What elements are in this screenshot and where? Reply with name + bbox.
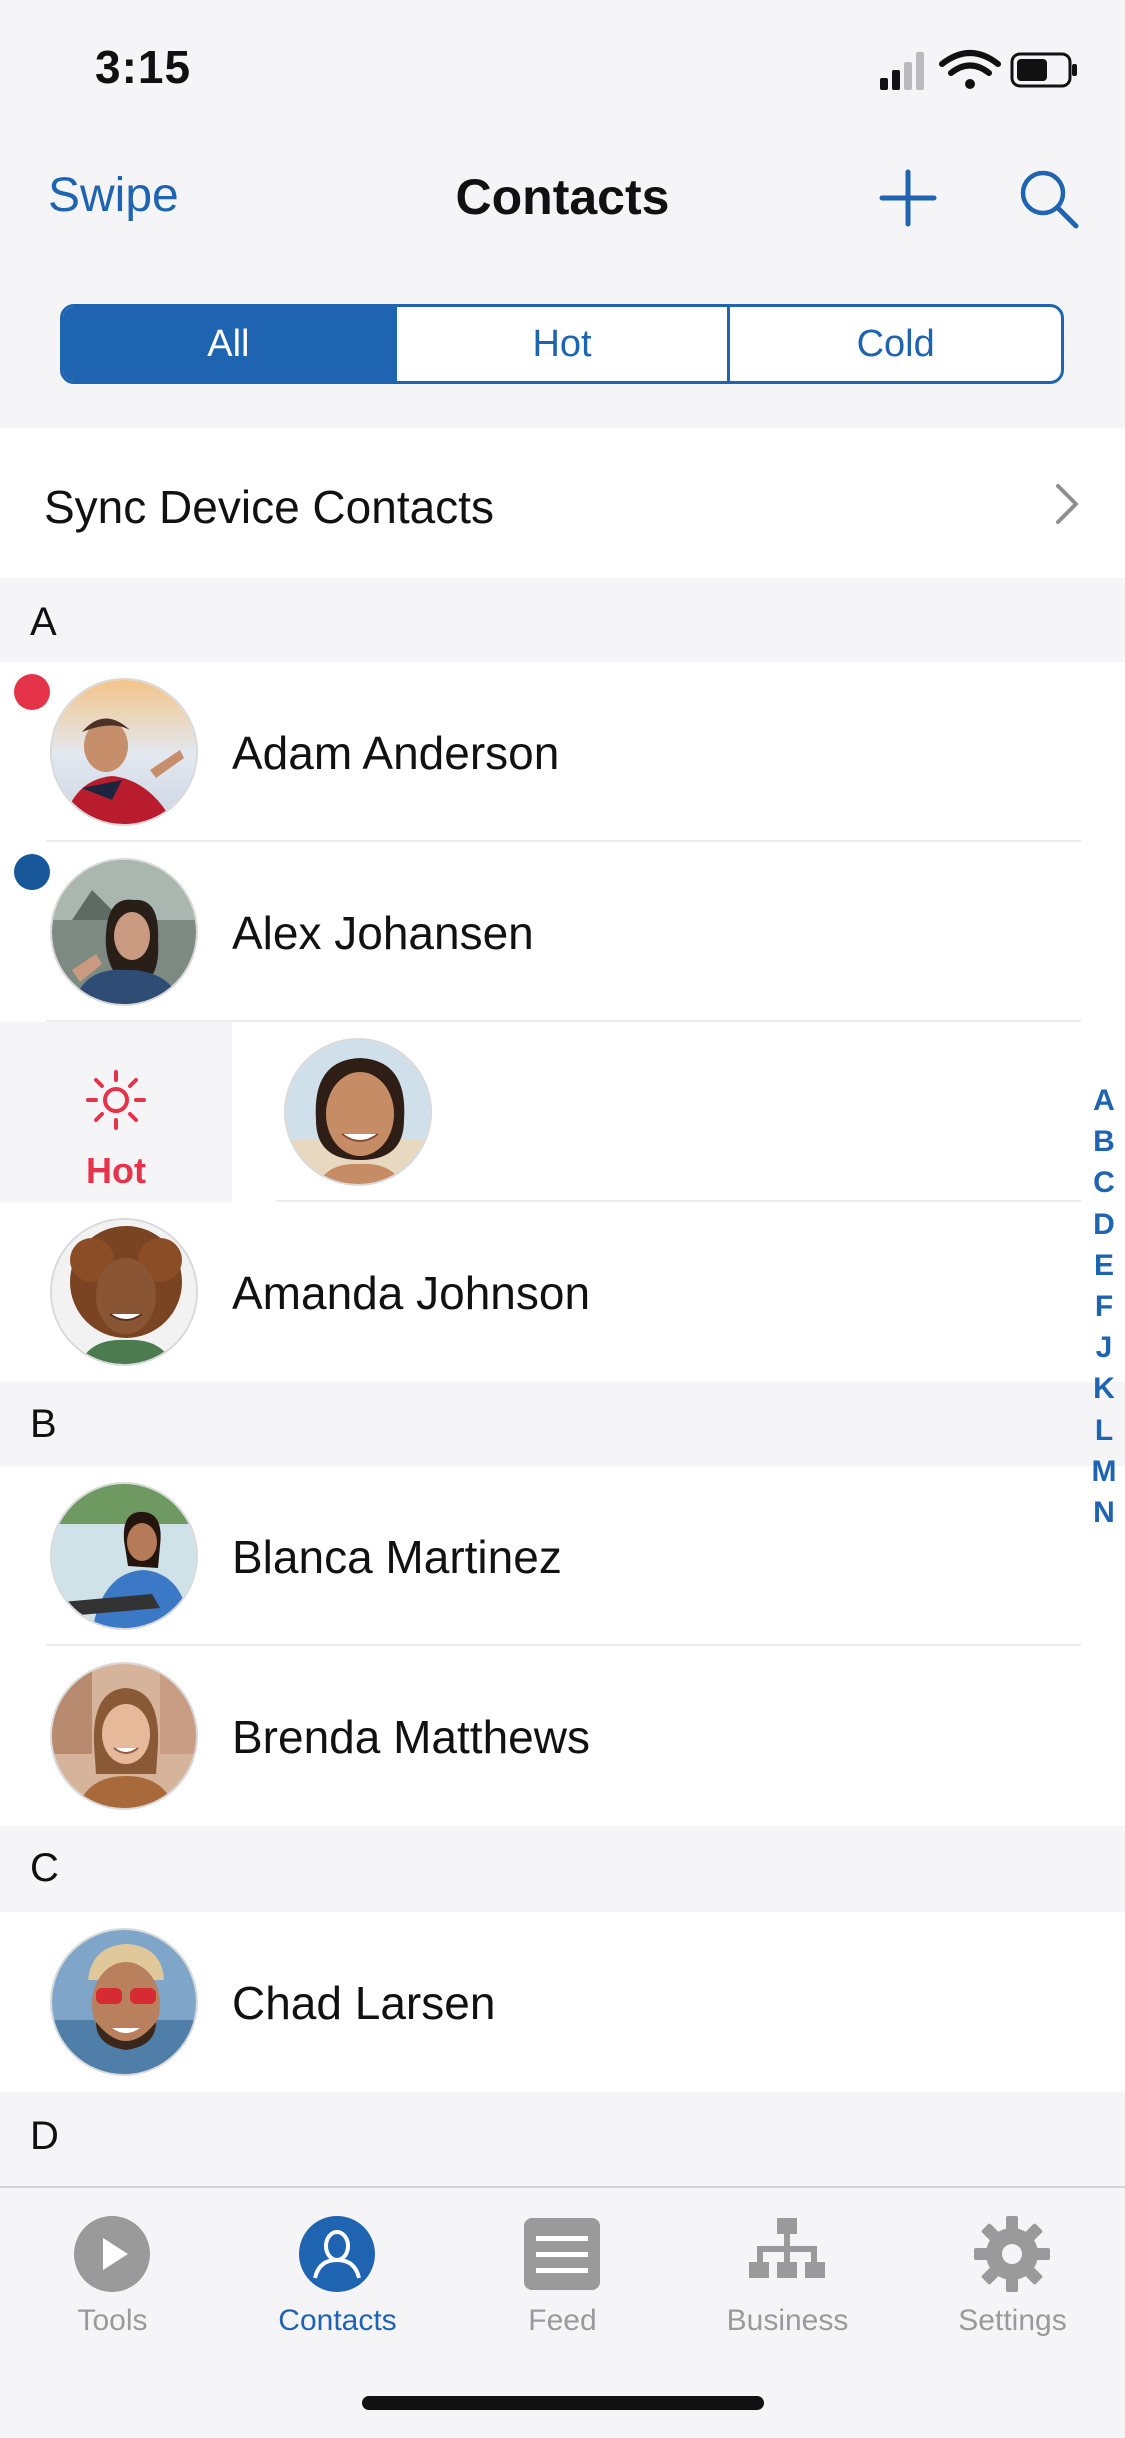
add-icon[interactable]	[878, 168, 938, 228]
avatar	[50, 1218, 198, 1366]
contact-name: Alex Johansen	[232, 907, 534, 959]
contact-row-alex-johansen[interactable]: Alex Johansen	[0, 842, 1125, 1022]
sun-icon	[86, 1070, 146, 1130]
index-letter[interactable]: D	[1086, 1204, 1122, 1245]
home-indicator	[362, 2396, 764, 2410]
contact-row-alexis-banks[interactable]: Hot Alexis Banks	[0, 1022, 1125, 1202]
hot-action-label: Hot	[86, 1150, 146, 1191]
contact-row-chad-larsen[interactable]: Chad Larsen	[0, 1912, 1125, 2092]
index-letter[interactable]: B	[1086, 1121, 1122, 1162]
battery-icon	[1010, 52, 1077, 88]
org-chart-icon	[749, 2218, 825, 2278]
tab-tools[interactable]: Tools	[0, 2202, 225, 2342]
search-icon[interactable]	[1018, 168, 1080, 230]
person-icon	[299, 2216, 375, 2292]
contact-name: Chad Larsen	[232, 1977, 496, 2029]
contact-row-brenda-matthews[interactable]: Brenda Matthews	[0, 1646, 1125, 1826]
wifi-icon	[939, 50, 1001, 89]
section-header-c: C	[0, 1826, 1125, 1910]
status-icons	[880, 50, 1077, 90]
signal-icon	[880, 52, 924, 90]
alphabet-index[interactable]: A B C D E F J K L M N	[1086, 1080, 1122, 1533]
index-letter[interactable]: A	[1086, 1080, 1122, 1121]
tab-label: Feed	[528, 2304, 597, 2337]
tab-label: Tools	[77, 2304, 148, 2337]
tab-business[interactable]: Business	[675, 2202, 900, 2342]
contact-row-adam-anderson[interactable]: Adam Anderson	[0, 662, 1125, 842]
contact-name: Adam Anderson	[232, 727, 560, 779]
contact-name: Blanca Martinez	[232, 1531, 562, 1583]
index-letter[interactable]: C	[1086, 1162, 1122, 1203]
avatar	[50, 1482, 198, 1630]
segment-cold[interactable]: Cold	[727, 307, 1061, 381]
segment-hot[interactable]: Hot	[393, 307, 728, 381]
hot-swipe-action[interactable]: Hot	[0, 1022, 232, 1202]
segmented-control: All Hot Cold	[60, 304, 1064, 384]
status-time: 3:15	[95, 41, 192, 93]
tab-feed[interactable]: Feed	[450, 2202, 675, 2342]
avatar	[284, 1038, 432, 1186]
index-letter[interactable]: E	[1086, 1245, 1122, 1286]
index-letter[interactable]: J	[1086, 1327, 1122, 1368]
chevron-right-icon	[1056, 484, 1078, 524]
section-header-b: B	[0, 1382, 1125, 1466]
index-letter[interactable]: M	[1086, 1451, 1122, 1492]
section-header-d: D	[0, 2094, 1125, 2178]
avatar	[50, 858, 198, 1006]
page-title: Contacts	[455, 169, 670, 225]
gear-icon	[974, 2216, 1050, 2292]
sync-device-contacts-row[interactable]: Sync Device Contacts	[0, 428, 1125, 578]
status-dot	[14, 854, 50, 890]
play-icon	[74, 2216, 150, 2292]
avatar	[50, 1662, 198, 1810]
index-letter[interactable]: F	[1086, 1286, 1122, 1327]
contact-row-blanca-martinez[interactable]: Blanca Martinez	[0, 1466, 1125, 1646]
status-dot	[14, 674, 50, 710]
index-letter[interactable]: K	[1086, 1368, 1122, 1409]
index-letter[interactable]: L	[1086, 1410, 1122, 1451]
avatar	[50, 678, 198, 826]
feed-icon	[524, 2218, 600, 2290]
tab-settings[interactable]: Settings	[900, 2202, 1125, 2342]
sync-label: Sync Device Contacts	[44, 481, 494, 533]
tab-label: Contacts	[278, 2304, 397, 2337]
index-letter[interactable]: N	[1086, 1492, 1122, 1533]
tab-label: Business	[726, 2304, 849, 2337]
tab-contacts[interactable]: Contacts	[225, 2202, 450, 2342]
contact-name: Brenda Matthews	[232, 1711, 590, 1763]
section-header-a: A	[0, 580, 1125, 664]
tab-label: Settings	[958, 2304, 1067, 2337]
segment-all[interactable]: All	[63, 307, 394, 381]
contact-name: Amanda Johnson	[232, 1267, 591, 1319]
contact-row-amanda-johnson[interactable]: Amanda Johnson	[0, 1202, 1125, 1382]
avatar	[50, 1928, 198, 2076]
